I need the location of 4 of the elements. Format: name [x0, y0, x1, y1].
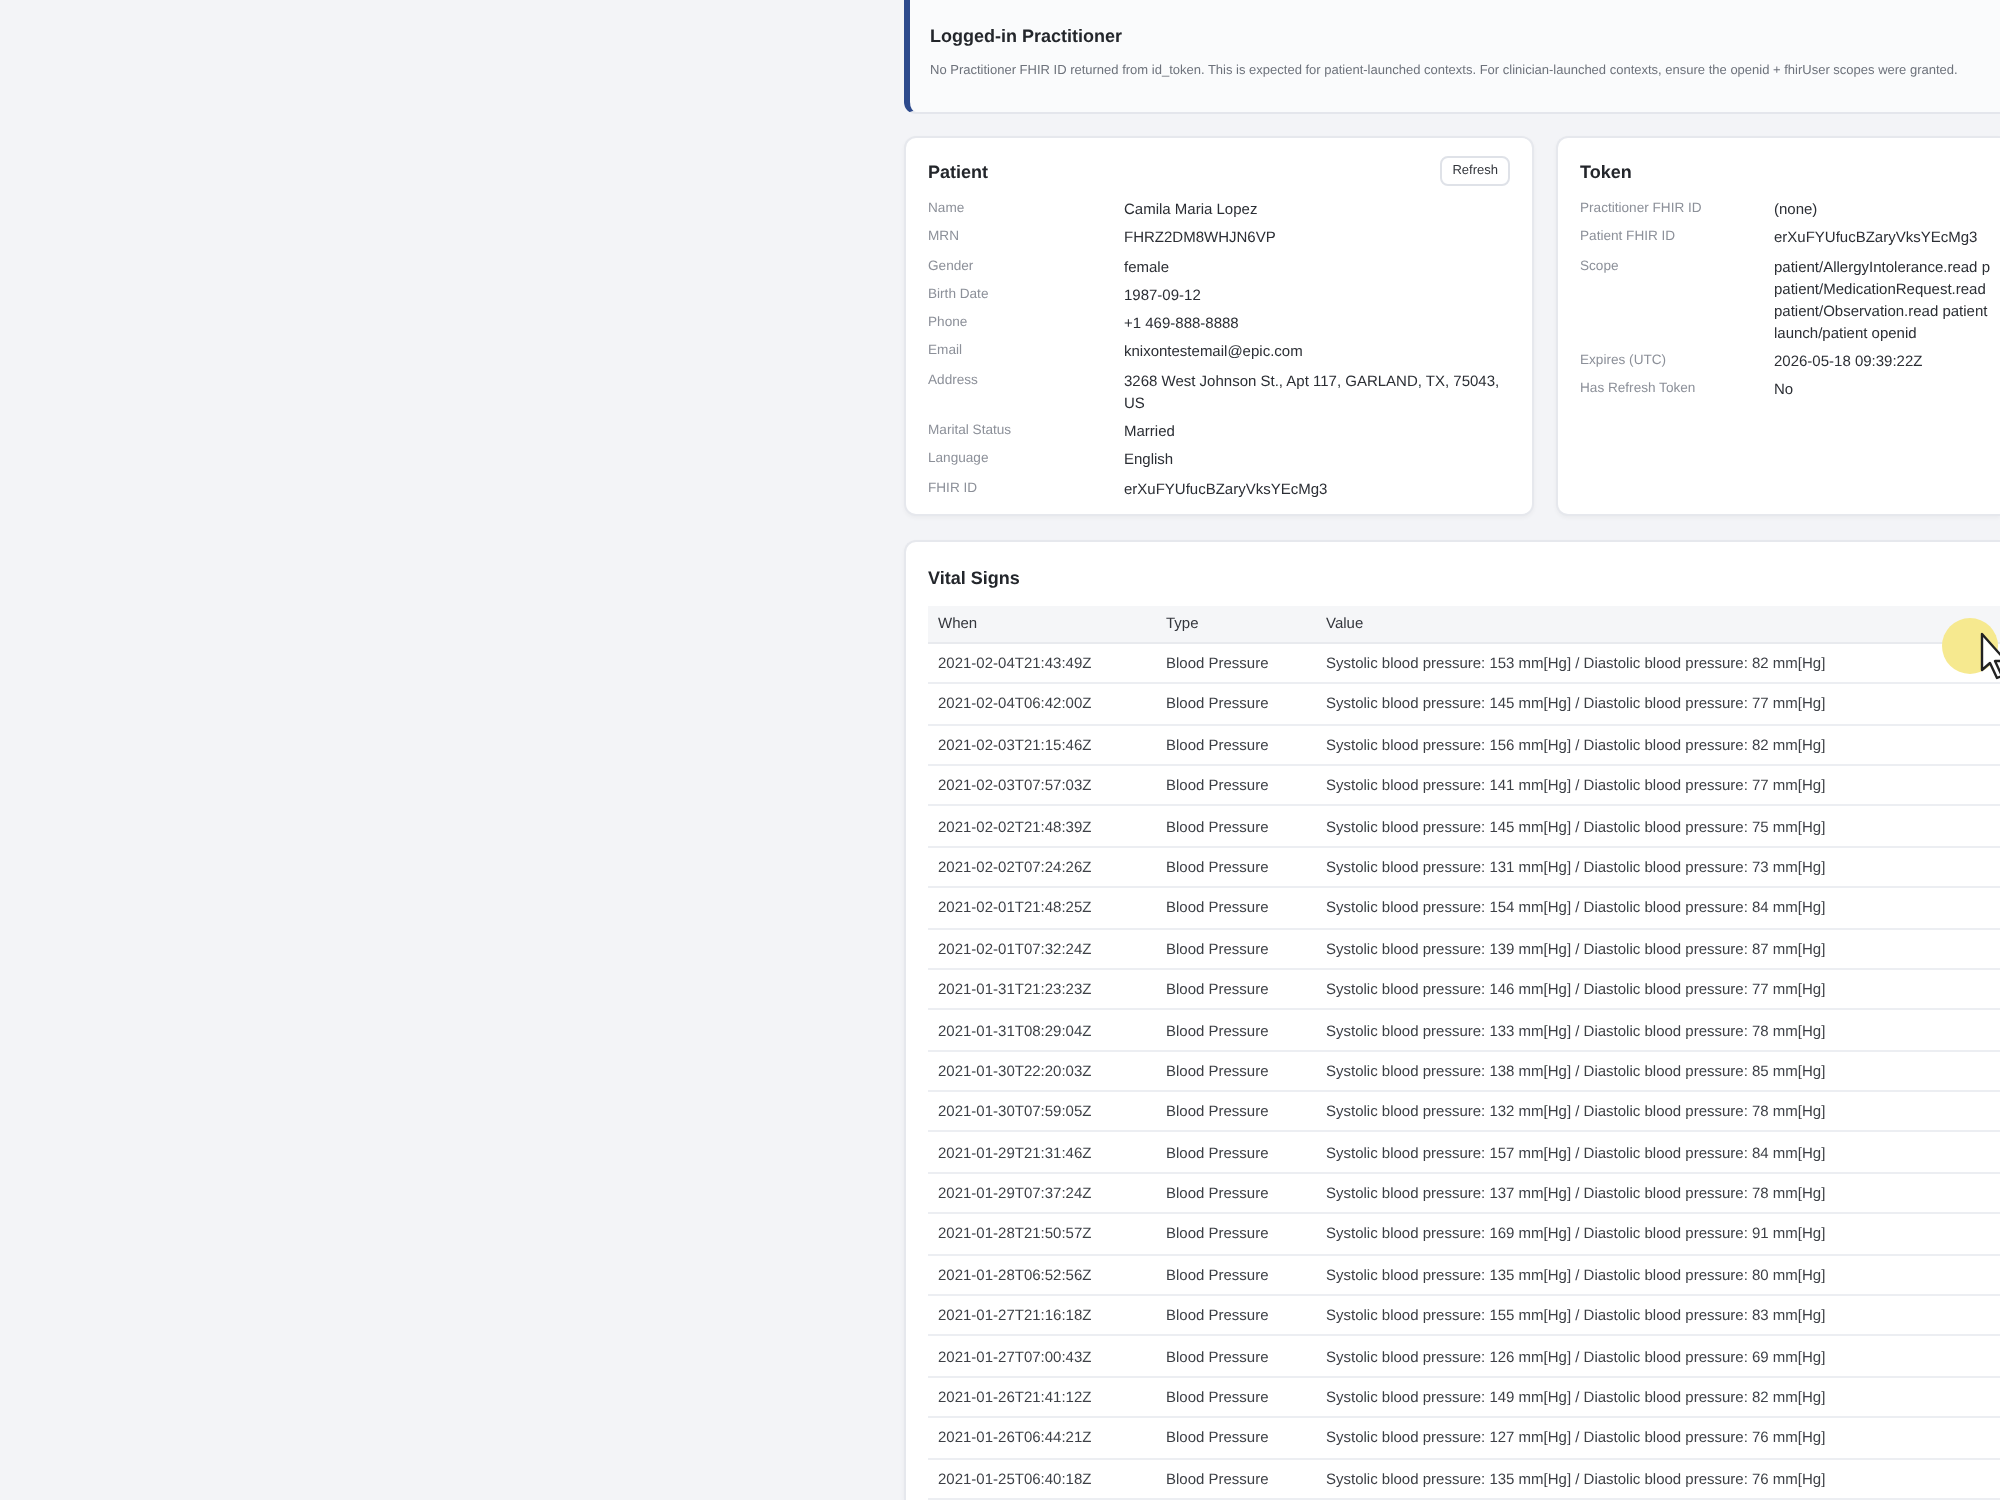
notice-title: Logged-in Practitioner	[930, 26, 1125, 48]
card-title: Vital Signs	[928, 565, 1022, 590]
card-title: Token	[1580, 159, 1632, 184]
card-title: Patient	[928, 159, 989, 184]
